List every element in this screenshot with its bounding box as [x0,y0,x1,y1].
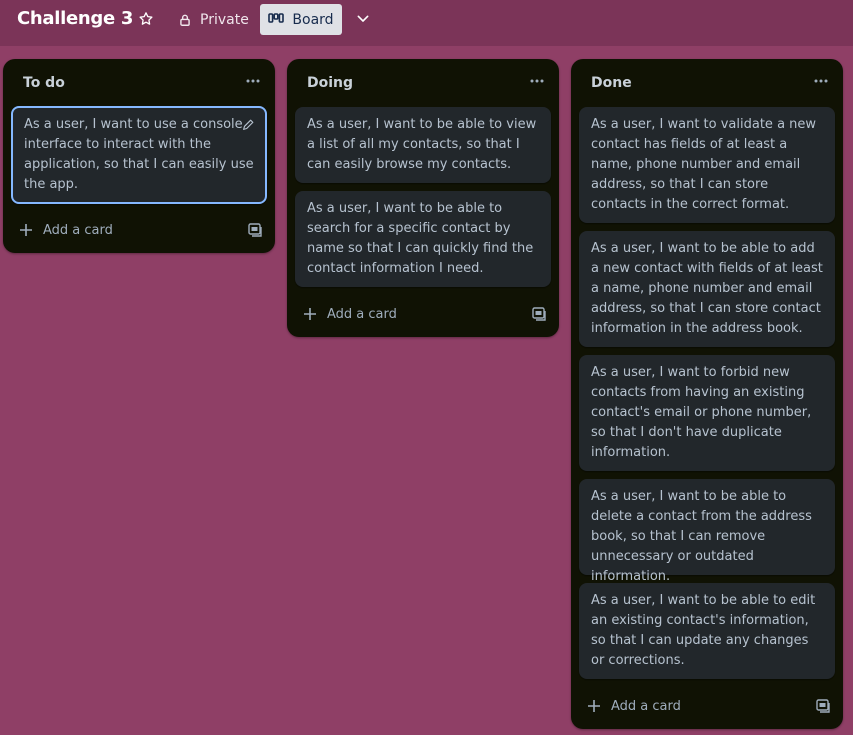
more-icon [814,79,828,83]
list-doing: Doing As a user, I want to be able to vi… [287,59,559,337]
more-icon [530,79,544,83]
board-view-label: Board [292,11,334,28]
card-text: As a user, I want to be able to add a ne… [591,241,823,336]
add-card-button[interactable]: Add a card [11,223,113,238]
plus-icon [20,224,32,236]
board-title[interactable]: Challenge 3 [17,8,133,29]
pencil-icon[interactable] [241,118,255,132]
add-card-label: Add a card [611,698,681,714]
list-done: Done As a user, I want to validate a new… [571,59,843,729]
board-icon [268,12,285,23]
card-text: As a user, I want to be able to edit an … [591,593,816,668]
card-text: As a user, I want to be able to delete a… [591,489,812,584]
list-actions-button[interactable] [525,71,549,91]
card[interactable]: As a user, I want to validate a new cont… [579,107,835,223]
visibility-button[interactable]: Private [168,5,259,35]
add-card-button[interactable]: Add a card [295,307,397,322]
list-title[interactable]: Done [591,75,632,91]
list-title[interactable]: Doing [307,75,353,91]
more-icon [246,79,260,83]
card[interactable]: As a user, I want to forbid new contacts… [579,355,835,471]
card[interactable]: As a user, I want to be able to view a l… [295,107,551,183]
list-actions-button[interactable] [809,71,833,91]
list-to-do: To do As a user, I want to use a console… [3,59,275,253]
plus-icon [304,308,316,320]
card[interactable]: As a user, I want to be able to search f… [295,191,551,287]
list-header: Doing [287,59,559,107]
visibility-label: Private [200,12,249,28]
card-text: As a user, I want to validate a new cont… [591,117,817,212]
board-header: Challenge 3 Private Board [0,0,853,46]
add-card-button[interactable]: Add a card [579,699,681,714]
list-actions-button[interactable] [241,71,265,91]
card-template-icon[interactable] [815,698,831,714]
plus-icon [588,700,600,712]
card-template-icon[interactable] [247,222,263,238]
star-icon [139,12,153,25]
card-text: As a user, I want to use a console inter… [24,117,254,192]
card-text: As a user, I want to forbid new contacts… [591,365,812,460]
add-card-row: Add a card [295,298,551,330]
add-card-label: Add a card [327,306,397,322]
add-card-row: Add a card [11,214,267,246]
card-template-icon[interactable] [531,306,547,322]
chevron-down-icon [357,15,369,22]
board-view-button[interactable]: Board [260,4,342,35]
card[interactable]: As a user, I want to be able to edit an … [579,583,835,679]
lock-icon [180,14,190,26]
add-card-label: Add a card [43,222,113,238]
list-header: Done [571,59,843,107]
card[interactable]: As a user, I want to use a console inter… [11,106,267,204]
view-switcher-button[interactable] [350,6,376,32]
card-text: As a user, I want to be able to search f… [307,201,534,276]
card-text: As a user, I want to be able to view a l… [307,117,537,172]
card[interactable]: As a user, I want to be able to delete a… [579,479,835,584]
card[interactable]: As a user, I want to be able to add a ne… [579,231,835,347]
star-button[interactable] [134,7,158,31]
list-title[interactable]: To do [23,75,65,91]
add-card-row: Add a card [579,690,835,722]
list-header: To do [3,59,275,107]
